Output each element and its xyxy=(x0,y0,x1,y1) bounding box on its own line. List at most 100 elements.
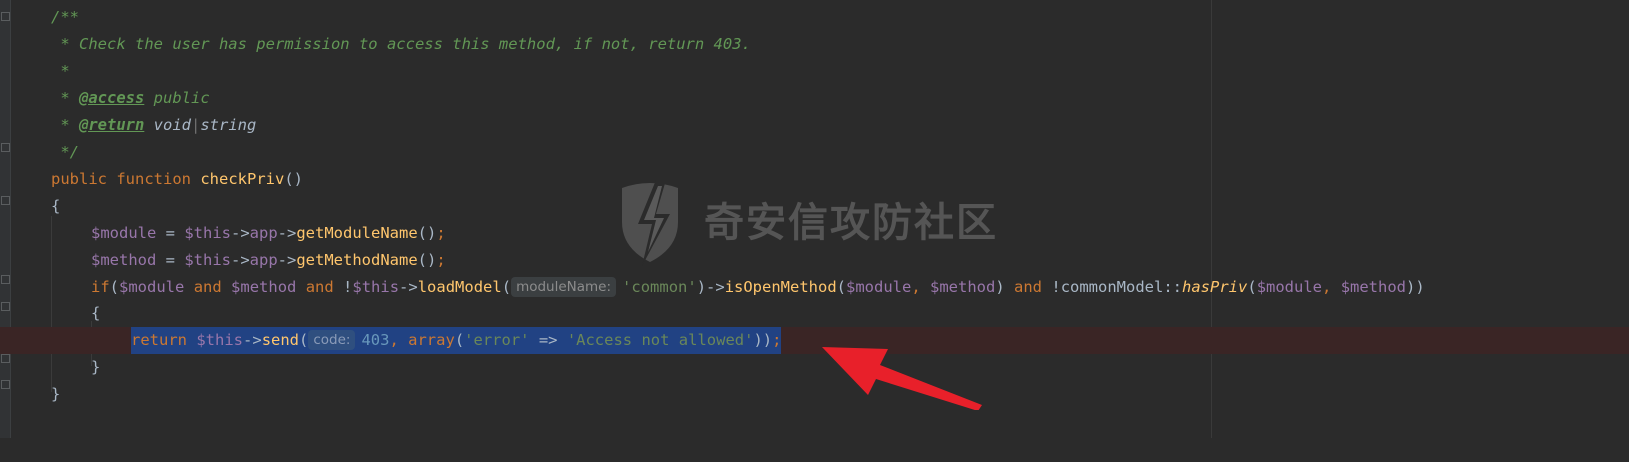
doc-type-separator: | xyxy=(191,116,201,134)
punctuation: () xyxy=(417,224,437,242)
operator: = xyxy=(156,224,185,242)
operator: -> xyxy=(231,251,250,269)
operator: => xyxy=(529,331,567,349)
brace: } xyxy=(51,385,61,403)
operator: -> xyxy=(277,224,297,242)
doc-comment: * xyxy=(51,62,70,80)
punctuation: ( xyxy=(501,278,512,296)
brace: } xyxy=(91,358,101,376)
code-line-4[interactable]: * @access public xyxy=(0,85,1629,112)
doc-type: string xyxy=(200,116,257,134)
variable: $module xyxy=(91,224,157,242)
keyword: and xyxy=(1014,278,1043,296)
doc-tag-access: @access xyxy=(79,89,145,107)
punctuation: ( xyxy=(836,278,847,296)
variable: $module xyxy=(1256,278,1323,296)
variable: $this xyxy=(184,251,231,269)
variable: $this xyxy=(196,331,244,349)
punctuation: ; xyxy=(436,224,446,242)
code-line-14[interactable]: } xyxy=(0,354,1629,381)
code-editor[interactable]: /** * Check the user has permission to a… xyxy=(0,0,1629,438)
punctuation: )) xyxy=(1406,278,1425,296)
doc-tag-return: @return xyxy=(79,116,145,134)
class-name[interactable]: commonModel xyxy=(1061,278,1164,296)
operator: -> xyxy=(399,278,418,296)
punctuation: ) xyxy=(995,278,1015,296)
code-line-5[interactable]: * @return void|string xyxy=(0,112,1629,139)
punctuation: , xyxy=(911,278,931,296)
operator: -> xyxy=(277,251,297,269)
string-literal: 'common' xyxy=(622,278,697,296)
keyword: return xyxy=(131,331,187,349)
selected-text[interactable]: return $this->send(code: 403, array('erro… xyxy=(131,327,782,354)
method-call[interactable]: send xyxy=(262,331,299,349)
code-line-7[interactable]: public function checkPriv() xyxy=(0,166,1629,193)
operator: -> xyxy=(243,331,262,349)
operator: = xyxy=(156,251,185,269)
method-call[interactable]: loadModel xyxy=(418,278,502,296)
code-line-2[interactable]: * Check the user has permission to acces… xyxy=(0,31,1629,58)
variable: $module xyxy=(846,278,912,296)
punctuation: ; xyxy=(772,331,782,349)
punctuation: () xyxy=(417,251,437,269)
punctuation: ( xyxy=(454,331,465,349)
property: app xyxy=(249,224,278,242)
code-line-3[interactable]: * xyxy=(0,58,1629,85)
operator: :: xyxy=(1163,278,1183,296)
punctuation: , xyxy=(1322,278,1341,296)
variable: $method xyxy=(930,278,996,296)
code-line-10[interactable]: $method = $this->app->getMethodName(); xyxy=(0,247,1629,274)
code-line-6[interactable]: */ xyxy=(0,139,1629,166)
operator: ! xyxy=(1042,278,1061,296)
code-line-15[interactable]: } xyxy=(0,381,1629,408)
code-line-12[interactable]: { xyxy=(0,300,1629,327)
string-literal: 'error' xyxy=(464,331,530,349)
doc-comment: * xyxy=(51,116,79,134)
punctuation: ; xyxy=(436,251,446,269)
function-name-checkpriv[interactable]: checkPriv xyxy=(200,170,284,188)
keyword: if xyxy=(91,278,110,296)
brace: { xyxy=(51,197,61,215)
keyword: and xyxy=(305,278,334,296)
method-call[interactable]: getMethodName xyxy=(296,251,417,269)
static-method-call[interactable]: hasPriv xyxy=(1182,278,1247,296)
punctuation: ( xyxy=(299,331,309,349)
keyword: and xyxy=(193,278,222,296)
brace: { xyxy=(91,304,101,322)
code-line-8[interactable]: { xyxy=(0,193,1629,220)
punctuation: () xyxy=(284,170,304,188)
variable: $method xyxy=(91,251,157,269)
punctuation: )) xyxy=(753,331,773,349)
doc-comment: */ xyxy=(51,143,79,161)
punctuation: , xyxy=(389,331,409,349)
doc-comment: public xyxy=(144,89,210,107)
property: app xyxy=(249,251,278,269)
parameter-hint: code: xyxy=(308,330,356,350)
doc-type: void xyxy=(144,116,191,134)
code-line-9[interactable]: $module = $this->app->getModuleName(); xyxy=(0,220,1629,247)
doc-comment: /** xyxy=(51,8,79,26)
parameter-hint: moduleName: xyxy=(511,277,617,297)
variable: $this xyxy=(184,224,231,242)
keyword: public xyxy=(51,170,107,188)
variable: $module xyxy=(119,278,185,296)
method-call[interactable]: getModuleName xyxy=(296,224,417,242)
operator: )-> xyxy=(696,278,725,296)
method-call[interactable]: isOpenMethod xyxy=(725,278,837,296)
code-line-11[interactable]: if($module and $method and !$this->loadM… xyxy=(0,274,1629,301)
code-line-1[interactable]: /** xyxy=(0,4,1629,31)
variable: $method xyxy=(231,278,297,296)
code-line-13[interactable]: return $this->send(code: 403, array('erro… xyxy=(0,327,1629,354)
operator: ! xyxy=(333,278,353,296)
punctuation: ( xyxy=(109,278,120,296)
keyword: function xyxy=(116,170,191,188)
doc-comment: * xyxy=(51,89,79,107)
string-literal: 'Access not allowed' xyxy=(566,331,754,349)
doc-comment: * Check the user has permission to acces… xyxy=(51,35,751,53)
